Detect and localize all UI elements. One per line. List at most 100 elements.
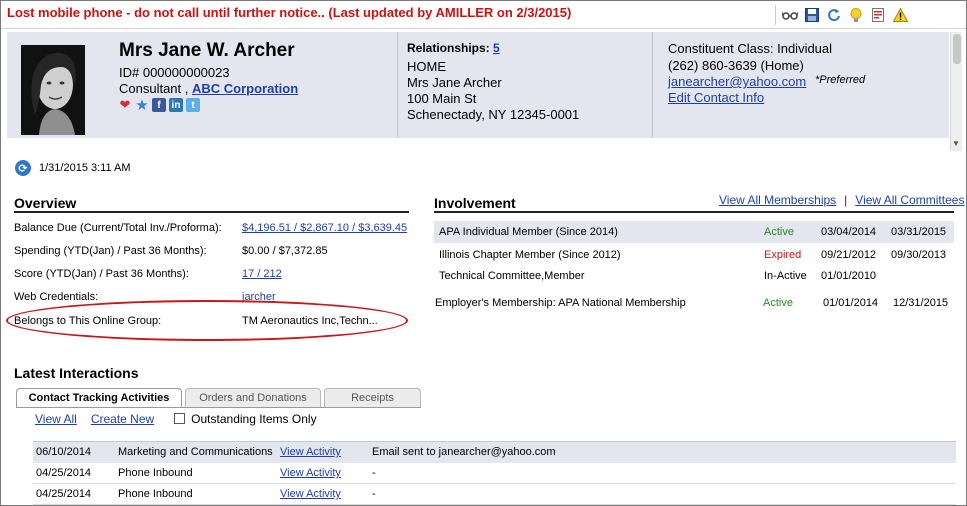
profile-photo: [21, 45, 85, 135]
tab-receipts[interactable]: Receipts: [324, 388, 421, 408]
overview-label: Score (YTD(Jan) / Past 36 Months):: [14, 268, 189, 280]
toolbar-divider: [1, 28, 966, 29]
involvement-title: Involvement: [434, 195, 516, 211]
membership-status: Active: [764, 226, 794, 238]
outstanding-checkbox[interactable]: [174, 413, 186, 424]
divider: [397, 32, 398, 138]
header-scrollbar[interactable]: [950, 32, 962, 151]
contact-name: Mrs Jane W. Archer: [119, 40, 295, 61]
view-activity-link[interactable]: View Activity: [280, 488, 341, 500]
toolbar: [775, 5, 908, 25]
last-refresh-row: ⟳ 1/31/2015 3:11 AM: [15, 160, 131, 176]
report-icon[interactable]: [870, 7, 886, 23]
twitter-icon[interactable]: t: [186, 98, 200, 112]
involvement-links: View All Memberships | View All Committees: [719, 193, 964, 207]
refresh-icon[interactable]: [826, 7, 842, 23]
membership-start: 09/21/2012: [821, 249, 877, 261]
address-line: 100 Main St: [407, 91, 477, 106]
edit-contact-info-link[interactable]: Edit Contact Info: [668, 90, 764, 105]
view-activity-link[interactable]: View Activity: [280, 446, 341, 458]
relationships-text: Relationships:: [407, 41, 490, 55]
email-link[interactable]: janearcher@yahoo.com: [668, 74, 806, 89]
divider: [652, 32, 653, 138]
spending-value: $0.00 / $7,372.85: [242, 245, 328, 257]
view-activity-link[interactable]: View Activity: [280, 467, 341, 479]
linkedin-icon[interactable]: in: [169, 98, 183, 112]
contact-role: Consultant , ABC Corporation: [119, 81, 298, 96]
heart-icon[interactable]: ❤: [118, 97, 132, 112]
address-line: HOME: [407, 59, 446, 74]
tab-underline: [16, 407, 421, 408]
create-new-link[interactable]: Create New: [91, 412, 154, 426]
sync-icon[interactable]: ⟳: [15, 160, 31, 176]
interaction-actions: View All Create New Outstanding Items On…: [35, 412, 317, 426]
membership-name: Illinois Chapter Member (Since 2012): [439, 249, 621, 261]
score-link[interactable]: 17 / 212: [242, 268, 282, 280]
involvement-row: Technical Committee,Member In-Active 01/…: [434, 265, 954, 287]
view-all-link[interactable]: View All: [35, 412, 77, 426]
involvement-row: Illinois Chapter Member (Since 2012) Exp…: [434, 244, 954, 266]
involvement-row: Employer's Membership: APA National Memb…: [434, 292, 954, 314]
interaction-type: Phone Inbound: [118, 467, 193, 479]
interaction-row: 06/10/2014 Marketing and Communications …: [33, 442, 956, 463]
latest-interactions-title: Latest Interactions: [14, 365, 139, 381]
link-separator: |: [844, 193, 848, 207]
alert-message: Lost mobile phone - do not call until fu…: [7, 5, 572, 20]
interaction-date: 04/25/2014: [36, 488, 92, 500]
app-window: Lost mobile phone - do not call until fu…: [0, 0, 967, 506]
relationships-count-link[interactable]: 5: [493, 41, 500, 55]
interaction-tabs: Contact Tracking Activities Orders and D…: [16, 388, 421, 408]
membership-name: APA Individual Member (Since 2014): [439, 226, 618, 238]
warning-icon[interactable]: [892, 7, 908, 23]
membership-end: 03/31/2015: [891, 226, 947, 238]
star-icon[interactable]: ★: [135, 97, 149, 114]
interaction-row: 04/25/2014 Phone Inbound View Activity -: [33, 484, 956, 505]
view-all-memberships-link[interactable]: View All Memberships: [719, 193, 836, 207]
save-icon[interactable]: [804, 7, 820, 23]
overview-title: Overview: [14, 195, 77, 211]
tab-orders-donations[interactable]: Orders and Donations: [185, 388, 321, 408]
balance-due-link[interactable]: $4,196.51 / $2,867.10 / $3,639.45: [242, 222, 407, 234]
glasses-icon[interactable]: [782, 7, 798, 23]
membership-name: Technical Committee,Member: [439, 270, 585, 282]
view-all-committees-link[interactable]: View All Committees: [855, 193, 964, 207]
interaction-type: Marketing and Communications: [118, 446, 273, 458]
overview-rule: [14, 211, 409, 213]
membership-end: 12/31/2015: [893, 297, 949, 309]
overview-label: Belongs to This Online Group:: [14, 315, 162, 327]
role-text: Consultant ,: [119, 81, 189, 96]
constituent-class: Constituent Class: Individual: [668, 41, 833, 56]
online-group-value: TM Aeronautics Inc,Techn...: [242, 315, 378, 327]
address-line: Schenectady, NY 12345-0001: [407, 107, 580, 122]
interaction-description: -: [372, 488, 376, 500]
involvement-row: APA Individual Member (Since 2014) Activ…: [434, 221, 954, 243]
overview-label: Balance Due (Current/Total Inv./Proforma…: [14, 222, 222, 234]
membership-status: Expired: [764, 249, 802, 261]
overview-label: Spending (YTD(Jan) / Past 36 Months):: [14, 245, 207, 257]
involvement-rule: [434, 211, 954, 213]
relationships-label: Relationships: 5: [407, 41, 500, 55]
company-link[interactable]: ABC Corporation: [192, 81, 298, 96]
interaction-row: 04/25/2014 Phone Inbound View Activity -: [33, 463, 956, 484]
outstanding-label: Outstanding Items Only: [191, 412, 317, 426]
interaction-type: Phone Inbound: [118, 488, 193, 500]
membership-start: 03/04/2014: [821, 226, 877, 238]
web-credentials-link[interactable]: jarcher: [242, 291, 276, 303]
contact-id: ID# 000000000023: [119, 65, 230, 80]
interaction-description: -: [372, 467, 376, 479]
membership-status: Active: [763, 297, 793, 309]
facebook-icon[interactable]: f: [152, 98, 166, 112]
outstanding-filter: Outstanding Items Only: [168, 412, 317, 426]
overview-label: Web Credentials:: [14, 291, 99, 303]
phone-number: (262) 860-3639 (Home): [668, 58, 804, 73]
social-icons: ❤ ★ f in t: [118, 97, 200, 114]
address-line: Mrs Jane Archer: [407, 75, 502, 90]
tab-contact-tracking[interactable]: Contact Tracking Activities: [16, 388, 182, 408]
lightbulb-icon[interactable]: [848, 7, 864, 23]
interaction-date: 04/25/2014: [36, 467, 92, 479]
last-refresh-time: 1/31/2015 3:11 AM: [39, 162, 131, 174]
membership-name: Employer's Membership: APA National Memb…: [435, 297, 686, 309]
scroll-thumb[interactable]: [953, 34, 961, 64]
scroll-down-arrow-icon[interactable]: ▼: [950, 139, 962, 151]
interaction-description: Email sent to janearcher@yahoo.com: [372, 446, 556, 458]
